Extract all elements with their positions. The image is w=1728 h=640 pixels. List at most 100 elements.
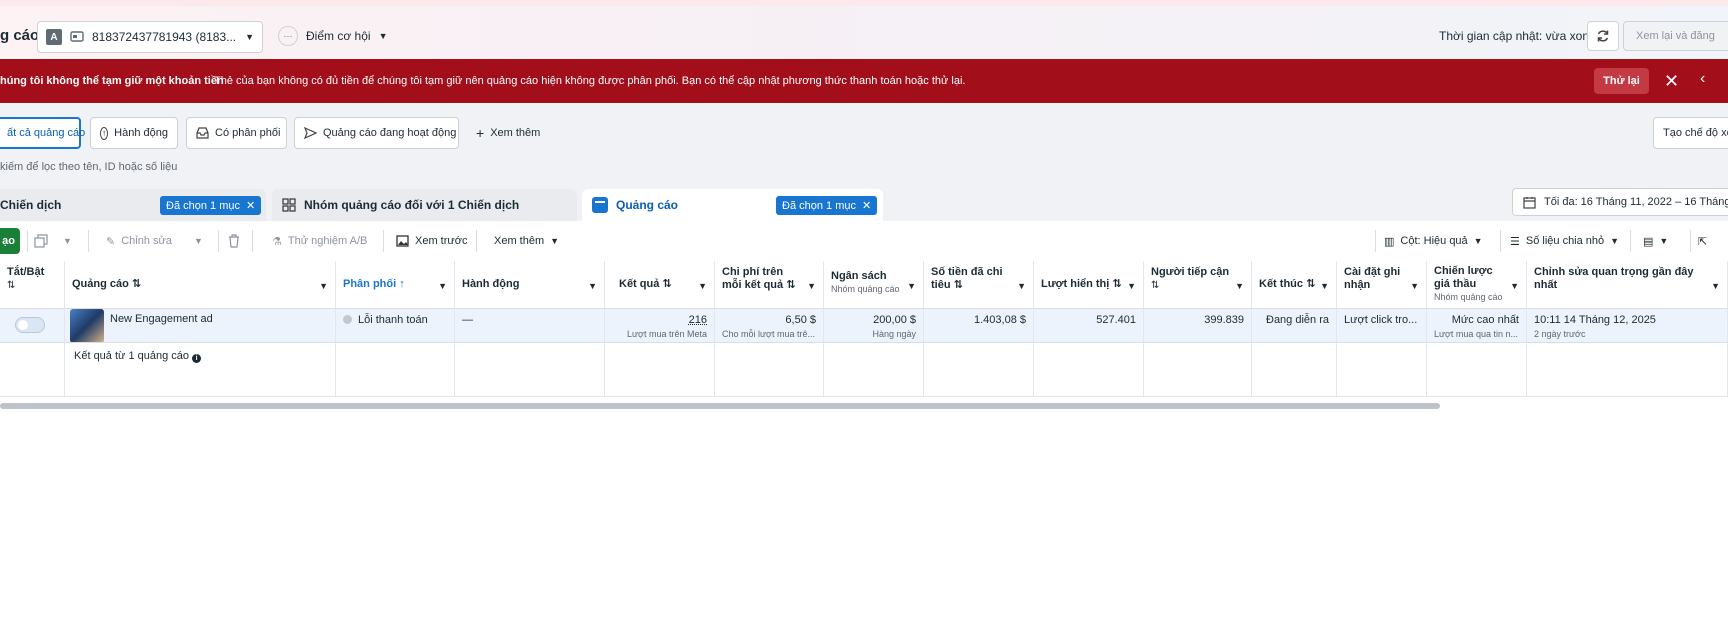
duplicate-dropdown[interactable]: ▼ [63,227,72,255]
duplicate-button[interactable] [34,227,48,255]
tab-ad[interactable]: Quảng cáo Đã chọn 1 mục ✕ [582,189,883,221]
account-selector[interactable]: A 818372437781943 (8183... ▼ [37,21,263,53]
ad-name-link[interactable]: New Engagement ad [110,309,213,326]
footer-cell [1252,343,1337,397]
date-range-label: Tối đa: 16 Tháng 11, 2022 – 16 Tháng 12 [1544,196,1728,208]
refresh-button[interactable] [1587,21,1619,51]
flask-icon: ⚗ [272,235,282,248]
col-header-last-edit[interactable]: Chỉnh sửa quan trọng gần đây nhất ▼ [1527,261,1728,309]
chevron-down-icon: ▼ [1235,281,1244,291]
close-icon[interactable]: ✕ [862,199,871,212]
chevron-down-icon: ▼ [1659,236,1669,246]
export-icon: ⇱ [1698,235,1708,248]
col-header-impressions[interactable]: Lượt hiển thị ⇅ ▼ [1034,261,1144,309]
filter-area: ất cả quảng cáo ↑ Hành động Có phân phối… [0,103,1728,183]
col-header-ad[interactable]: Quảng cáo ⇅ ▼ [65,261,336,309]
retry-button[interactable]: Thử lại [1594,68,1649,94]
footer-cell [824,343,924,397]
columns-button[interactable]: ▥ Cột: Hiệu quả ▼ [1384,227,1483,255]
divider [1500,230,1501,252]
selected-badge[interactable]: Đã chọn 1 mục ✕ [776,196,878,215]
date-range-picker[interactable]: Tối đa: 16 Tháng 11, 2022 – 16 Tháng 12 [1512,188,1728,216]
col-header-attribution[interactable]: Cài đặt ghi nhận ▼ [1337,261,1427,309]
table-row-last-edit: 10:11 14 Tháng 12, 2025 2 ngày trước [1527,309,1728,343]
chevron-down-icon: ▼ [807,281,816,291]
ad-thumbnail[interactable] [70,309,104,342]
sort-icon: ⇅ [7,280,16,291]
close-icon[interactable]: ✕ [1664,71,1679,92]
chevron-left-icon[interactable]: ‹ [1700,70,1705,88]
chevron-down-icon: ▼ [438,281,447,291]
filter-actions[interactable]: ↑ Hành động [90,117,178,149]
filter-all-ads[interactable]: ất cả quảng cáo [0,117,85,149]
col-header-toggle[interactable]: Tắt/Bật ⇅ [0,261,65,309]
col-header-cost-per-result[interactable]: Chi phí trên mỗi kết quả ⇅ ▼ [715,261,824,309]
edit-button[interactable]: ✎ Chỉnh sửa [106,227,172,255]
col-header-budget[interactable]: Ngân sách Nhóm quảng cáo ▼ [824,261,924,309]
col-header-label: Cài đặt ghi nhận [1344,266,1401,291]
divider [27,230,28,252]
selected-badge-label: Đã chọn 1 mục [782,199,856,212]
tab-campaign[interactable]: Chiến dịch Đã chọn 1 mục ✕ [0,189,266,221]
export-button[interactable]: ⇱ [1698,227,1707,255]
image-icon [396,235,409,247]
col-header-actions[interactable]: Hành động ▼ [455,261,605,309]
filter-has-delivery[interactable]: Có phân phối [186,117,287,149]
create-view-button[interactable]: Tạo chế độ xe [1653,117,1728,149]
delete-button[interactable] [228,227,240,255]
col-header-amount-spent[interactable]: Số tiền đã chi tiêu ⇅ ▼ [924,261,1034,309]
col-header-delivery[interactable]: Phân phối ↑ ▼ [336,261,455,309]
divider [252,230,253,252]
preview-button[interactable]: Xem trước [396,227,467,255]
breakdown-button[interactable]: ☰ Số liệu chia nhỏ ▼ [1510,227,1619,255]
chevron-down-icon: ▼ [63,236,72,246]
col-header-label: Phân phối [343,278,397,290]
cost-value: 6,50 $ [785,314,816,326]
sort-icon: ⇅ [1151,280,1160,291]
tab-adset[interactable]: Nhóm quảng cáo đối với 1 Chiến dịch [272,189,577,221]
sort-asc-icon: ↑ [399,278,405,290]
opportunity-score-button[interactable]: ··· Điểm cơ hội ▼ [278,26,387,46]
col-header-reach[interactable]: Người tiếp cận ⇅ ▼ [1144,261,1252,309]
ad-toggle-switch[interactable] [15,317,45,333]
top-header: g cáo A 818372437781943 (8183... ▼ ··· Đ… [0,0,1728,59]
grid-icon [282,198,296,212]
footer-cell [1144,343,1252,397]
cost-sublabel: Cho mỗi lượt mua trê... [722,329,815,339]
divider [218,230,219,252]
ab-test-label: Thử nghiệm A/B [287,235,368,247]
filter-has-delivery-label: Có phân phối [215,127,281,139]
table-row-ends: Đang diễn ra [1252,309,1337,343]
footer-summary: Kết quả từ 1 quảng cáo i [65,343,336,397]
filter-active-ads[interactable]: Quảng cáo đang hoạt động [294,117,459,149]
col-header-bid-strategy[interactable]: Chiến lược giá thầu Nhóm quảng cáo ▼ [1427,261,1527,309]
chevron-down-icon: ▼ [1410,281,1419,291]
search-input[interactable]: kiếm để lọc theo tên, ID hoặc số liệu [0,161,177,173]
sort-icon: ⇅ [953,279,963,291]
reports-button[interactable]: ▤ ▼ [1643,227,1668,255]
close-icon[interactable]: ✕ [246,199,255,212]
chevron-down-icon: ▼ [698,281,707,291]
results-value[interactable]: 216 [689,314,707,326]
more-button[interactable]: Xem thêm ▼ [494,227,559,255]
edit-dropdown[interactable]: ▼ [194,227,203,255]
col-header-ends[interactable]: Kết thúc ⇅ ▼ [1252,261,1337,309]
more-dots-icon: ··· [278,26,298,46]
filter-more[interactable]: + Xem thêm [467,117,547,149]
review-publish-button[interactable]: Xem lại và đăng [1623,21,1728,51]
footer-cell [1337,343,1427,397]
horizontal-scrollbar[interactable] [0,403,1440,409]
ab-test-button[interactable]: ⚗ Thử nghiệm A/B [272,227,367,255]
last-edit-sublabel: 2 ngày trước [1534,329,1586,339]
create-button[interactable]: ạo [0,228,20,254]
info-icon[interactable]: i [192,354,202,363]
col-header-results[interactable]: Kết quả ⇅ ▼ [605,261,715,309]
report-icon: ▤ [1643,235,1654,248]
trash-icon [228,234,240,248]
table-row-delivery: Lỗi thanh toán [336,309,455,343]
level-tabs: Chiến dịch Đã chọn 1 mục ✕ Nhóm quảng cá… [0,183,1728,221]
filter-active-ads-label: Quảng cáo đang hoạt động [323,127,457,139]
results-sublabel: Lượt mua trên Meta [627,329,707,339]
last-edit-value: 10:11 14 Tháng 12, 2025 [1534,314,1656,326]
selected-badge[interactable]: Đã chọn 1 mục ✕ [160,196,262,215]
